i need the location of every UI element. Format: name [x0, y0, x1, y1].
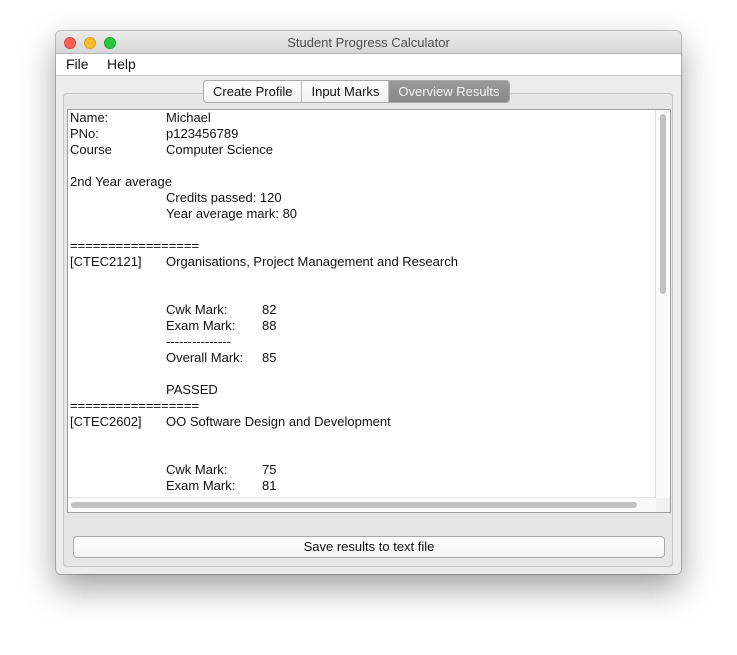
- tab-overview-results[interactable]: Overview Results: [389, 81, 509, 102]
- title-bar[interactable]: Student Progress Calculator: [56, 31, 681, 54]
- menu-help[interactable]: Help: [107, 56, 136, 72]
- tab-input-marks[interactable]: Input Marks: [302, 81, 390, 102]
- vertical-scrollbar[interactable]: [655, 110, 670, 498]
- app-window: Student Progress Calculator File Help Cr…: [56, 31, 681, 574]
- vertical-scroll-thumb[interactable]: [660, 114, 666, 294]
- results-text-area[interactable]: Name: Michael PNo: p123456789 Course Com…: [70, 110, 458, 494]
- scroll-corner: [656, 498, 670, 512]
- results-scroll-pane[interactable]: Name: Michael PNo: p123456789 Course Com…: [67, 109, 671, 513]
- horizontal-scrollbar[interactable]: [68, 497, 656, 512]
- window-title: Student Progress Calculator: [287, 35, 450, 50]
- horizontal-scroll-thumb[interactable]: [71, 502, 637, 508]
- tab-bar: Create Profile Input Marks Overview Resu…: [203, 80, 510, 103]
- menu-bar: File Help: [56, 54, 681, 76]
- save-results-button[interactable]: Save results to text file: [73, 536, 665, 558]
- tab-create-profile[interactable]: Create Profile: [204, 81, 303, 102]
- menu-file[interactable]: File: [66, 56, 89, 72]
